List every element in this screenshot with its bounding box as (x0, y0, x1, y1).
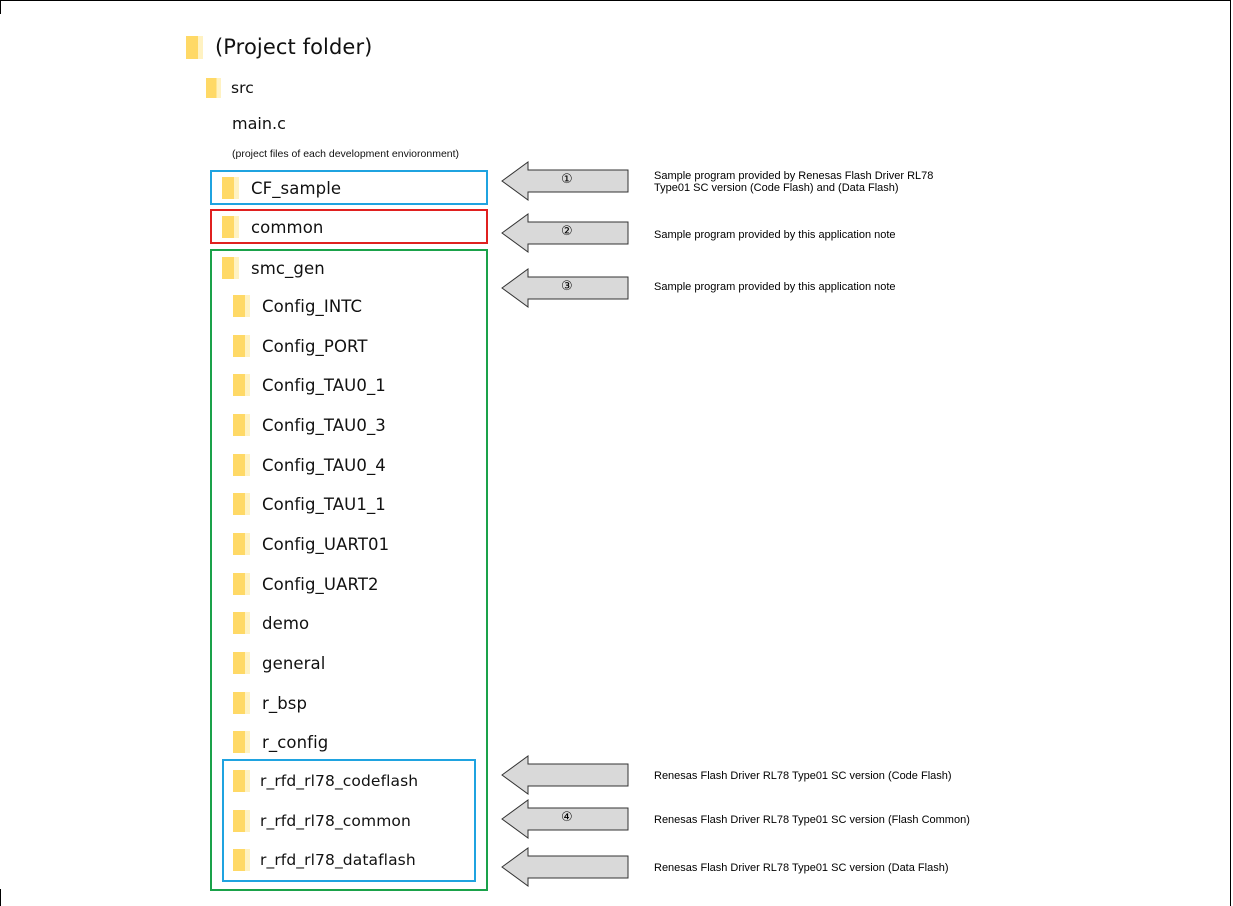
folder-icon (233, 414, 250, 436)
left-arrow-icon (501, 755, 629, 795)
tree-item-config-uart2[interactable]: Config_UART2 (233, 570, 379, 598)
folder-icon (233, 652, 250, 674)
tree-item-cf-sample[interactable]: CF_sample (222, 174, 341, 202)
annotation-number-4: ④ (561, 810, 573, 825)
annotation-note-3: Sample program provided by this applicat… (654, 281, 896, 293)
tree-item-config-tau0-1[interactable]: Config_TAU0_1 (233, 371, 386, 399)
tree-item-config-tau0-4[interactable]: Config_TAU0_4 (233, 451, 386, 479)
annotation-note-4b: Renesas Flash Driver RL78 Type01 SC vers… (654, 814, 970, 826)
folder-label: Config_PORT (262, 336, 368, 356)
tree-item-r-rfd-rl78-codeflash[interactable]: r_rfd_rl78_codeflash (233, 767, 418, 795)
folder-icon (233, 335, 250, 357)
folder-label: Config_TAU0_4 (262, 455, 386, 475)
folder-icon (233, 374, 250, 396)
folder-label: Config_INTC (262, 296, 363, 316)
project-files-note: (project files of each development envio… (232, 148, 460, 160)
tree-item-r-bsp[interactable]: r_bsp (233, 689, 307, 717)
tree-item-config-tau0-3[interactable]: Config_TAU0_3 (233, 411, 386, 439)
annotation-note-1: Sample program provided by Renesas Flash… (654, 170, 933, 194)
folder-icon (233, 295, 250, 317)
folder-icon (233, 849, 250, 871)
tree-item-demo[interactable]: demo (233, 609, 309, 637)
annotation-note-1-line2: Type01 SC version (Code Flash) and (Data… (654, 182, 899, 194)
folder-icon (222, 216, 239, 238)
folder-label: (Project folder) (215, 35, 373, 59)
tree-item-r-rfd-rl78-dataflash[interactable]: r_rfd_rl78_dataflash (233, 846, 416, 874)
left-arrow-icon (501, 847, 629, 887)
folder-label: demo (262, 613, 310, 633)
tree-item-config-tau1-1[interactable]: Config_TAU1_1 (233, 490, 386, 518)
tree-item-r-config[interactable]: r_config (233, 728, 328, 756)
tree-item-config-port[interactable]: Config_PORT (233, 332, 368, 360)
folder-icon (233, 612, 250, 634)
annotation-note-2: Sample program provided by this applicat… (654, 229, 896, 241)
folder-icon (222, 177, 239, 199)
folder-label: r_rfd_rl78_common (260, 812, 411, 830)
folder-label: Config_TAU0_3 (262, 415, 386, 435)
folder-label: smc_gen (251, 258, 325, 278)
folder-label: CF_sample (251, 178, 342, 198)
tree-item-config-uart01[interactable]: Config_UART01 (233, 530, 389, 558)
tree-item-r-rfd-rl78-common[interactable]: r_rfd_rl78_common (233, 807, 411, 835)
folder-icon (233, 573, 250, 595)
folder-label: r_bsp (262, 693, 308, 713)
folder-icon (222, 257, 239, 279)
folder-label: Config_UART2 (262, 574, 379, 594)
frame-edge (0, 0, 1, 14)
folder-icon (206, 78, 221, 98)
folder-icon (233, 454, 250, 476)
tree-item-general[interactable]: general (233, 649, 325, 677)
frame-edge (0, 889, 1, 906)
tree-item-project-folder[interactable]: (Project folder) (186, 33, 372, 61)
folder-label: r_rfd_rl78_codeflash (260, 772, 419, 790)
file-main-c[interactable]: main.c (232, 114, 286, 133)
annotation-note-1-line1: Sample program provided by Renesas Flash… (654, 170, 934, 182)
folder-icon (233, 810, 250, 832)
tree-item-config-intc[interactable]: Config_INTC (233, 292, 362, 320)
folder-label: Config_TAU1_1 (262, 494, 386, 514)
folder-label: r_config (262, 732, 329, 752)
folder-label: Config_TAU0_1 (262, 375, 386, 395)
folder-icon (233, 692, 250, 714)
tree-item-smc-gen[interactable]: smc_gen (222, 254, 325, 282)
folder-icon (233, 493, 250, 515)
tree-item-common[interactable]: common (222, 213, 323, 241)
annotation-number-2: ② (561, 224, 573, 239)
folder-label: Config_UART01 (262, 534, 390, 554)
folder-label: general (262, 653, 326, 673)
annotation-number-3: ③ (561, 279, 573, 294)
folder-icon (233, 770, 250, 792)
tree-item-src[interactable]: src (206, 75, 254, 101)
folder-label: src (231, 79, 254, 97)
folder-label: common (251, 217, 324, 237)
folder-icon (233, 533, 250, 555)
folder-label: r_rfd_rl78_dataflash (260, 851, 416, 869)
annotation-note-4c: Renesas Flash Driver RL78 Type01 SC vers… (654, 862, 949, 874)
annotation-number-1: ① (561, 172, 573, 187)
folder-icon (233, 731, 250, 753)
folder-icon (186, 35, 203, 59)
annotation-note-4a: Renesas Flash Driver RL78 Type01 SC vers… (654, 770, 952, 782)
